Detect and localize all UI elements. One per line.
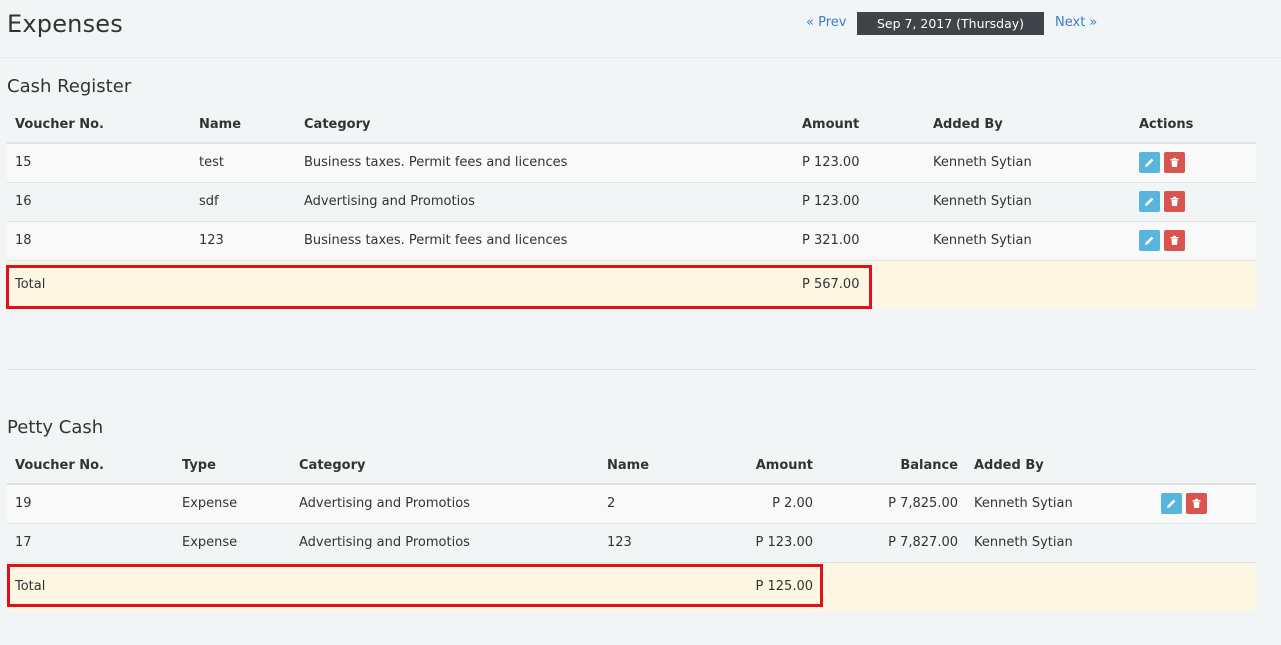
name-cell: 2 [599, 483, 699, 523]
delete-button[interactable] [1164, 191, 1185, 212]
name-cell: 123 [191, 220, 296, 260]
voucher-cell: 18 [7, 220, 191, 260]
trash-icon [1170, 196, 1179, 206]
trash-icon [1170, 158, 1179, 168]
trash-icon [1192, 499, 1201, 509]
total-row: Total P 567.00 [7, 259, 1256, 309]
table-row: 17 Expense Advertising and Promotios 123… [7, 522, 1256, 562]
delete-button[interactable] [1164, 230, 1185, 251]
column-header: Balance [821, 447, 966, 485]
petty-cash-table: Voucher No. Type Category Name Amount Ba… [7, 447, 1256, 611]
name-cell: test [191, 142, 296, 182]
column-header: Amount [794, 106, 925, 144]
pencil-icon [1145, 197, 1154, 206]
category-cell: Advertising and Promotios [296, 181, 794, 221]
category-cell: Advertising and Promotios [291, 483, 599, 523]
added-by-cell: Kenneth Sytian [925, 181, 1131, 221]
column-header: Category [291, 447, 599, 485]
actions-cell [1153, 483, 1256, 523]
amount-cell: P 123.00 [699, 522, 821, 562]
voucher-cell: 17 [7, 522, 174, 562]
column-header: Voucher No. [7, 447, 174, 485]
voucher-cell: 19 [7, 483, 174, 523]
column-header: Added By [925, 106, 1131, 144]
column-header: Type [174, 447, 291, 485]
cash-register-table: Voucher No. Name Category Amount Added B… [7, 106, 1256, 309]
added-by-cell: Kenneth Sytian [925, 142, 1131, 182]
pencil-icon [1145, 236, 1154, 245]
table-row: 15 test Business taxes. Permit fees and … [7, 142, 1256, 182]
pencil-icon [1145, 158, 1154, 168]
category-cell: Advertising and Promotios [291, 522, 599, 562]
cash-register-title: Cash Register [7, 76, 132, 97]
total-row: Total P 125.00 [7, 561, 1256, 611]
type-cell: Expense [174, 483, 291, 523]
column-header: Added By [966, 447, 1153, 485]
trash-icon [1170, 235, 1179, 245]
column-header: Amount [699, 447, 821, 485]
pencil-icon [1167, 499, 1176, 509]
actions-cell [1131, 142, 1256, 182]
table-row: 19 Expense Advertising and Promotios 2 P… [7, 483, 1256, 523]
edit-button[interactable] [1139, 230, 1160, 251]
table-header-row: Voucher No. Type Category Name Amount Ba… [7, 447, 1256, 485]
balance-cell: P 7,827.00 [821, 522, 966, 562]
name-cell: 123 [599, 522, 699, 562]
added-by-cell: Kenneth Sytian [966, 483, 1153, 523]
amount-cell: P 123.00 [794, 142, 925, 182]
name-cell: sdf [191, 181, 296, 221]
prev-day-link[interactable]: « Prev [806, 15, 846, 30]
expenses-page: Expenses « Prev Sep 7, 2017 (Thursday) N… [0, 0, 1281, 645]
type-cell: Expense [174, 522, 291, 562]
table-header-row: Voucher No. Name Category Amount Added B… [7, 106, 1256, 144]
amount-cell: P 2.00 [699, 483, 821, 523]
amount-cell: P 123.00 [794, 181, 925, 221]
actions-cell [1131, 220, 1256, 260]
edit-button[interactable] [1161, 493, 1182, 515]
actions-cell [1131, 181, 1256, 221]
delete-button[interactable] [1164, 152, 1185, 174]
column-header: Actions [1131, 106, 1256, 144]
next-day-link[interactable]: Next » [1055, 15, 1097, 30]
column-header: Name [191, 106, 296, 144]
total-amount: P 567.00 [794, 259, 925, 309]
column-header: Name [599, 447, 699, 485]
category-cell: Business taxes. Permit fees and licences [296, 220, 794, 260]
header-divider [0, 57, 1281, 58]
balance-cell: P 7,825.00 [821, 483, 966, 523]
petty-cash-title: Petty Cash [7, 417, 104, 438]
total-label: Total [7, 259, 794, 309]
page-title: Expenses [7, 10, 123, 38]
table-row: 16 sdf Advertising and Promotios P 123.0… [7, 181, 1256, 221]
column-header: Voucher No. [7, 106, 191, 144]
voucher-cell: 15 [7, 142, 191, 182]
column-header: Category [296, 106, 794, 144]
edit-button[interactable] [1139, 191, 1160, 212]
total-amount: P 125.00 [699, 561, 821, 611]
table-row: 18 123 Business taxes. Permit fees and l… [7, 220, 1256, 260]
added-by-cell: Kenneth Sytian [925, 220, 1131, 260]
amount-cell: P 321.00 [794, 220, 925, 260]
delete-button[interactable] [1186, 493, 1207, 515]
voucher-cell: 16 [7, 181, 191, 221]
edit-button[interactable] [1139, 152, 1160, 174]
category-cell: Business taxes. Permit fees and licences [296, 142, 794, 182]
current-date: Sep 7, 2017 (Thursday) [857, 12, 1044, 35]
total-label: Total [7, 561, 699, 611]
section-divider [7, 369, 1256, 370]
added-by-cell: Kenneth Sytian [966, 522, 1153, 562]
